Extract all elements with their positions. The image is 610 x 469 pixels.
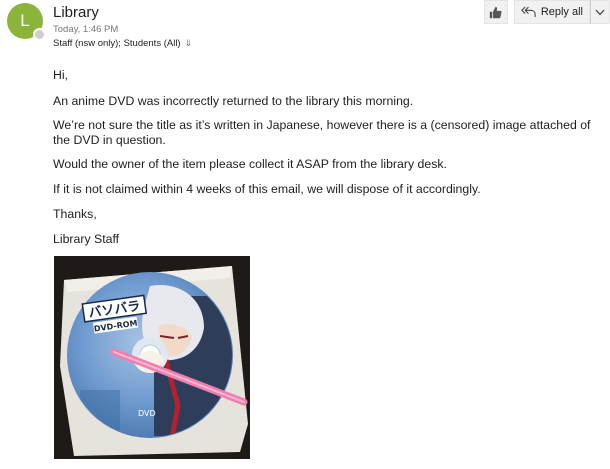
message-actions: Reply all [483, 0, 610, 26]
thumbs-up-icon [490, 6, 502, 18]
reply-all-label: Reply all [540, 6, 583, 18]
body-paragraph-2: We’re not sure the title as it’s written… [53, 118, 591, 147]
attached-image[interactable]: バソバラ DVD-ROM DVD [54, 256, 250, 459]
like-button[interactable] [483, 0, 508, 24]
body-paragraph-4: If it is not claimed within 4 weeks of t… [53, 182, 481, 196]
reply-all-icon [520, 6, 536, 17]
body-paragraph-1: An anime DVD was incorrectly returned to… [53, 94, 414, 108]
presence-indicator [33, 28, 46, 41]
double-chevron-down-icon[interactable]: ⇓ [185, 38, 193, 48]
chevron-down-icon [595, 9, 605, 15]
sent-time: Today, 1:46 PM [53, 24, 119, 35]
reply-all-button[interactable]: Reply all [513, 0, 590, 24]
dvd-photo: バソバラ DVD-ROM DVD [54, 256, 250, 459]
signature: Library Staff [53, 232, 120, 246]
more-actions-button[interactable] [590, 0, 610, 24]
greeting: Hi, [53, 68, 69, 82]
message-body: Hi, An anime DVD was incorrectly returne… [53, 68, 603, 247]
recipients-line[interactable]: Staff (nsw only); Students (All) ⇓ [53, 38, 192, 49]
disc-bottom-text: DVD [138, 409, 156, 418]
closing: Thanks, [53, 207, 97, 221]
sender-name[interactable]: Library [53, 4, 99, 21]
body-paragraph-3: Would the owner of the item please colle… [53, 157, 447, 171]
recipients-text: Staff (nsw only); Students (All) [53, 38, 181, 49]
